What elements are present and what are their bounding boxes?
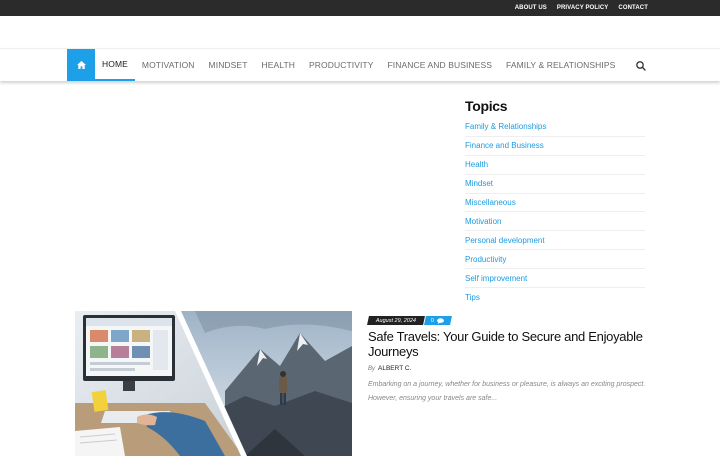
topics-widget: Topics Family & Relationships Finance an…	[465, 98, 645, 307]
top-links: ABOUT US PRIVACY POLICY CONTACT	[515, 0, 648, 16]
article-thumbnail[interactable]	[75, 311, 352, 456]
topic-link-motivation[interactable]: Motivation	[465, 217, 501, 226]
comments-icon	[437, 317, 445, 323]
topic-link-finance-and-business[interactable]: Finance and Business	[465, 141, 544, 150]
topics-list: Family & Relationships Finance and Busin…	[465, 118, 645, 307]
list-item: Family & Relationships	[465, 118, 645, 137]
date-badge: August 29, 2024	[367, 315, 426, 325]
nav-item-health[interactable]: HEALTH	[255, 49, 303, 81]
about-us-link[interactable]: ABOUT US	[515, 5, 547, 11]
nav-item-home[interactable]: HOME	[95, 49, 135, 81]
topic-link-personal-development[interactable]: Personal development	[465, 236, 545, 245]
article-title[interactable]: Safe Travels: Your Guide to Secure and E…	[368, 329, 648, 359]
list-item: Productivity	[465, 250, 645, 270]
article-meta: August 29, 2024 0	[367, 315, 648, 325]
list-item: Tips	[465, 288, 645, 307]
privacy-policy-link[interactable]: PRIVACY POLICY	[557, 5, 609, 11]
top-bar: ABOUT US PRIVACY POLICY CONTACT	[0, 0, 720, 16]
nav-item-productivity[interactable]: PRODUCTIVITY	[302, 49, 380, 81]
byline: By ALBERT C.	[368, 365, 648, 372]
home-button[interactable]	[67, 49, 95, 81]
article-date: August 29, 2024	[376, 317, 417, 323]
main-nav: HOME MOTIVATION MINDSET HEALTH PRODUCTIV…	[0, 48, 720, 81]
list-item: Motivation	[465, 212, 645, 232]
article-excerpt: Embarking on a journey, whether for busi…	[368, 381, 646, 402]
nav-items: HOME MOTIVATION MINDSET HEALTH PRODUCTIV…	[95, 49, 622, 81]
topics-title: Topics	[465, 98, 508, 114]
home-icon	[76, 61, 86, 69]
topic-link-miscellaneous[interactable]: Miscellaneous	[465, 198, 516, 207]
list-item: Finance and Business	[465, 137, 645, 156]
article-image	[75, 311, 352, 456]
search-icon[interactable]	[634, 59, 648, 73]
topic-link-productivity[interactable]: Productivity	[465, 255, 506, 264]
topic-link-self-improvement[interactable]: Self improvement	[465, 274, 527, 283]
nav-item-family-relationships[interactable]: FAMILY & RELATIONSHIPS	[499, 49, 622, 81]
topic-link-tips[interactable]: Tips	[465, 293, 480, 302]
byline-prefix: By	[368, 365, 376, 372]
comment-badge[interactable]: 0	[424, 315, 453, 325]
comment-count: 0	[431, 317, 435, 323]
topic-link-mindset[interactable]: Mindset	[465, 179, 493, 188]
list-item: Health	[465, 156, 645, 175]
article-card: August 29, 2024 0 Safe Travels: Your Gui…	[367, 315, 648, 406]
list-item: Miscellaneous	[465, 194, 645, 213]
nav-item-mindset[interactable]: MINDSET	[202, 49, 255, 81]
topic-link-family-relationships[interactable]: Family & Relationships	[465, 122, 546, 131]
topic-link-health[interactable]: Health	[465, 160, 488, 169]
list-item: Mindset	[465, 175, 645, 194]
nav-item-finance-and-business[interactable]: FINANCE AND BUSINESS	[381, 49, 500, 81]
list-item: Self improvement	[465, 269, 645, 289]
nav-item-motivation[interactable]: MOTIVATION	[135, 49, 202, 81]
list-item: Personal development	[465, 231, 645, 251]
author-link[interactable]: ALBERT C.	[378, 365, 411, 372]
contact-link[interactable]: CONTACT	[618, 5, 648, 11]
